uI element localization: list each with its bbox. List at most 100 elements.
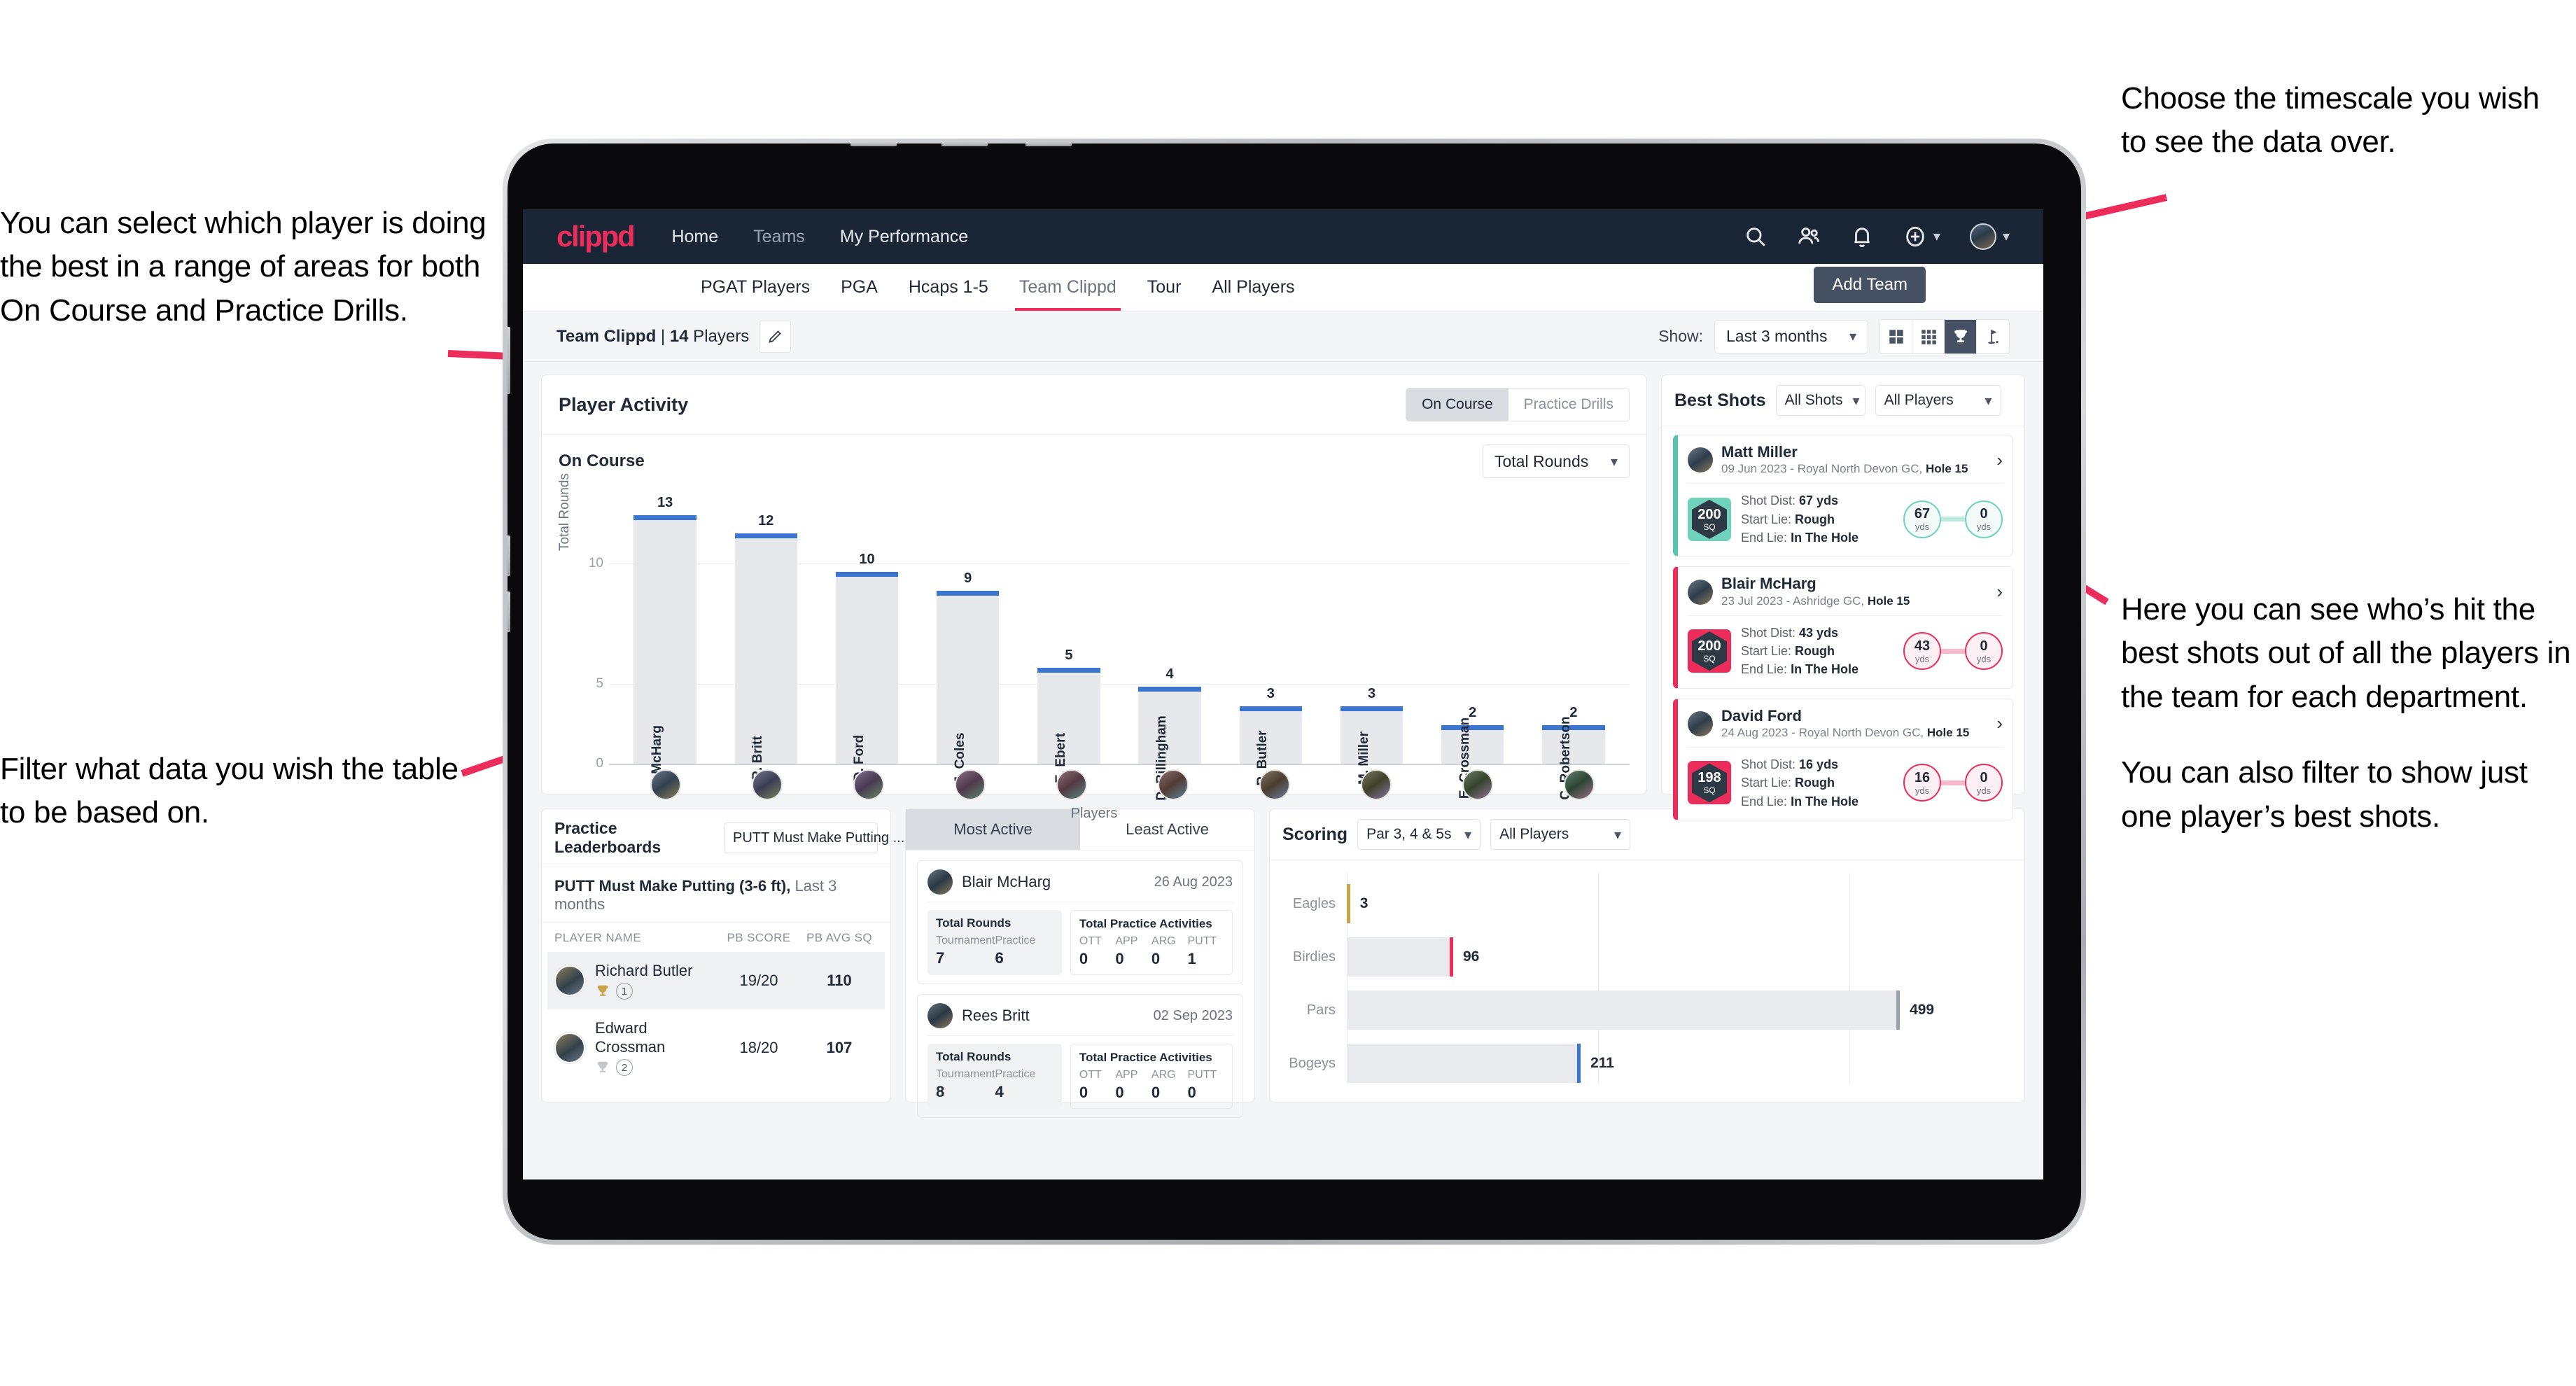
practice-metric-key: ARG <box>1151 935 1176 947</box>
bar[interactable]: E. Ebert <box>1037 667 1100 783</box>
annotation-text: Choose the timescale you wish to see the… <box>2121 81 2540 160</box>
view-golf-flag-button[interactable] <box>1977 319 2009 354</box>
player-avatar-cell <box>1122 769 1224 800</box>
chevron-down-icon[interactable]: ▾ <box>2003 230 2010 244</box>
bar-value-label: 4 <box>1166 666 1174 682</box>
bar[interactable]: M. Miller <box>1340 706 1404 785</box>
scoring-bar-value: 3 <box>1359 895 1368 911</box>
avatar[interactable] <box>853 769 884 800</box>
end-lie-value: In The Hole <box>1791 794 1859 808</box>
search-icon[interactable] <box>1744 225 1768 248</box>
bar-column: 4 D. Billingham <box>1119 495 1220 801</box>
bar[interactable]: R. Britt <box>734 533 797 780</box>
rounds-metric: Practice 6 <box>995 934 1054 967</box>
scoring-bar[interactable] <box>1347 937 1453 976</box>
chevron-right-icon[interactable]: › <box>1996 449 2003 471</box>
account-menu[interactable]: ▾ <box>1969 223 2010 250</box>
table-row[interactable]: Richard Butler 1 19/20 110 <box>547 952 885 1010</box>
add-menu[interactable]: ▾ <box>1903 225 1940 248</box>
bar[interactable]: R. Butler <box>1239 706 1303 786</box>
tab-pgat-players[interactable]: PGAT Players <box>701 264 810 311</box>
tab-all-players[interactable]: All Players <box>1212 264 1294 311</box>
metric-select[interactable]: Total Rounds ▾ <box>1483 444 1630 478</box>
avatar[interactable] <box>1462 769 1493 800</box>
activity-card[interactable]: Blair McHarg 26 Aug 2023 Total Rounds Tourn… <box>917 860 1243 984</box>
bar-value-label: 3 <box>1266 685 1275 701</box>
practice-metric-value: 0 <box>1151 950 1161 967</box>
nav-link-home[interactable]: Home <box>671 227 718 247</box>
shot-quality-unit: SQ <box>1703 654 1716 664</box>
avatar <box>1688 710 1713 736</box>
view-grid-2x2-button[interactable] <box>1880 319 1912 354</box>
edit-team-button[interactable] <box>759 320 792 353</box>
scoring-bar-track: 211 <box>1347 1044 2012 1083</box>
avatar[interactable] <box>1360 769 1392 800</box>
shot-quality-unit: SQ <box>1703 785 1716 796</box>
scoring-bar[interactable] <box>1347 990 1900 1030</box>
bar[interactable]: C. Robertson <box>1542 716 1605 800</box>
view-grid-3x3-button[interactable] <box>1912 319 1945 354</box>
activity-card[interactable]: Rees Britt 02 Sep 2023 Total Rounds Tournam… <box>917 994 1243 1118</box>
tab-hcaps-1-5[interactable]: Hcaps 1-5 <box>909 264 988 311</box>
pb-score-cell: 19/20 <box>739 972 778 990</box>
shot-end-distance: 0 yds <box>1965 632 2003 671</box>
view-trophy-button[interactable] <box>1945 319 1977 354</box>
avatar[interactable] <box>650 769 681 800</box>
avatar[interactable] <box>1259 769 1290 800</box>
avatar[interactable] <box>1157 769 1189 800</box>
par-select[interactable]: Par 3, 4 & 5s ▾ <box>1357 819 1481 850</box>
drill-select[interactable]: PUTT Must Make Putting ... ▾ <box>724 822 921 853</box>
shot-quality-value: 198 <box>1698 770 1721 786</box>
bar-column: 5 E. Ebert <box>1018 495 1119 783</box>
bar[interactable]: D. Billingham <box>1138 687 1201 801</box>
column-header-pb-avg-sq: PB AVG SQ <box>806 931 872 944</box>
clippd-logo[interactable]: clippd <box>556 222 636 251</box>
table-row[interactable]: Edward Crossman 2 18/20 107 <box>547 1009 885 1086</box>
scoring-category-label: Pars <box>1306 1002 1336 1018</box>
practice-metric-value: 0 <box>1187 1084 1196 1101</box>
chevron-down-icon: ▾ <box>1852 393 1860 409</box>
tab-tour[interactable]: Tour <box>1147 264 1182 311</box>
best-shot-card[interactable]: Blair McHarg 23 Jul 2023 - Ashridge GC, H… <box>1673 566 2013 689</box>
avatar[interactable] <box>1056 769 1087 800</box>
scoring-bar-value: 211 <box>1590 1055 1614 1071</box>
best-shot-card[interactable]: Matt Miller 09 Jun 2023 - Royal North Dev… <box>1673 435 2013 557</box>
plus-circle-icon[interactable] <box>1903 225 1927 248</box>
nav-link-teams[interactable]: Teams <box>753 227 805 247</box>
scoring-bar[interactable] <box>1347 884 1350 923</box>
bar[interactable]: E. Crossman <box>1441 718 1504 799</box>
best-shot-card[interactable]: David Ford 24 Aug 2023 - Royal North Devo… <box>1673 698 2013 820</box>
shot-type-select[interactable]: All Shots ▾ <box>1775 385 1865 416</box>
device-button <box>850 144 897 146</box>
chevron-down-icon[interactable]: ▾ <box>1933 230 1940 244</box>
avatar[interactable] <box>954 769 986 800</box>
bar[interactable]: B. McHarg <box>634 515 696 791</box>
avatar[interactable] <box>1563 769 1595 800</box>
practice-metric-key: ARG <box>1151 1069 1176 1081</box>
from-value: 16 <box>1914 769 1931 785</box>
nav-link-my-performance[interactable]: My Performance <box>840 227 968 247</box>
chevron-right-icon[interactable]: › <box>1996 581 2003 603</box>
timescale-select[interactable]: Last 3 months ▾ <box>1714 319 1868 354</box>
scoring-player-select[interactable]: All Players ▾ <box>1490 819 1631 850</box>
tab-team-clippd[interactable]: Team Clippd <box>1014 264 1121 311</box>
bar[interactable]: J. Coles <box>937 591 1000 783</box>
start-lie-value: Rough <box>1795 644 1835 659</box>
bar[interactable]: D. Ford <box>835 571 899 781</box>
total-rounds-title: Total Rounds <box>936 1050 1011 1063</box>
avatar[interactable] <box>751 769 783 800</box>
metric-value: Total Rounds <box>1494 451 1589 470</box>
shot-distance-diagram: 16 yds 0 yds <box>1903 764 2003 802</box>
chevron-right-icon[interactable]: › <box>1996 713 2003 734</box>
best-shot-header: Blair McHarg 23 Jul 2023 - Ashridge GC, H… <box>1688 575 2003 616</box>
segment-practice-drills[interactable]: Practice Drills <box>1508 388 1629 421</box>
bar-value-label: 13 <box>657 495 673 510</box>
tab-pga[interactable]: PGA <box>841 264 878 311</box>
avatar[interactable] <box>1969 223 1996 250</box>
best-shots-player-select[interactable]: All Players ▾ <box>1875 385 2001 416</box>
shot-details: Shot Dist: 67 yds Start Lie: Rough End Lie… <box>1741 491 1858 547</box>
scoring-bar[interactable] <box>1347 1044 1581 1083</box>
segment-on-course[interactable]: On Course <box>1406 388 1508 421</box>
people-icon[interactable] <box>1797 225 1821 248</box>
bell-icon[interactable] <box>1850 225 1874 248</box>
